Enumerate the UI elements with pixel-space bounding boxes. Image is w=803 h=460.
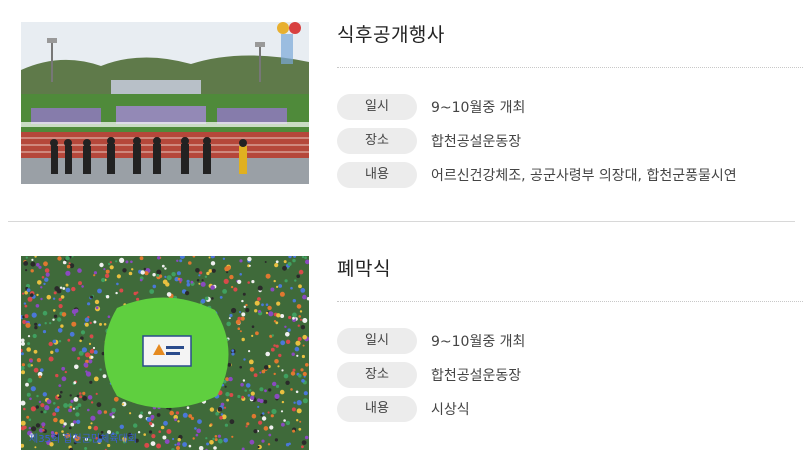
date-value: 9~10월중 개최 xyxy=(431,334,526,350)
venue-label-badge: 장소 xyxy=(337,362,417,388)
title-divider xyxy=(337,301,803,302)
date-label-badge: 일시 xyxy=(337,94,417,120)
stadium-photo xyxy=(21,22,309,184)
detail-row-content: 내용 어르신건강체조, 공군사령부 의장대, 합천군풍물시연 xyxy=(337,158,803,192)
photo-caption: 제35회 합천군민체육대회 xyxy=(29,433,137,445)
detail-row-content: 내용 시상식 xyxy=(337,392,803,426)
event-info: 폐막식 일시 9~10월중 개최 장소 합천공설운동장 내용 시상식 xyxy=(337,254,803,426)
event-item: 제35회 합천군민체육대회 폐막식 일시 9~10월중 개최 장소 합천공설운동… xyxy=(0,222,803,460)
event-item: 식후공개행사 일시 9~10월중 개최 장소 합천공설운동장 내용 어르신건강체… xyxy=(0,0,803,222)
detail-row-venue: 장소 합천공설운동장 xyxy=(337,358,803,392)
date-label-badge: 일시 xyxy=(337,328,417,354)
date-value: 9~10월중 개최 xyxy=(431,100,526,116)
aerial-crowd-photo: 제35회 합천군민체육대회 xyxy=(21,256,309,450)
event-info: 식후공개행사 일시 9~10월중 개최 장소 합천공설운동장 내용 어르신건강체… xyxy=(337,20,803,192)
content-label-badge: 내용 xyxy=(337,162,417,188)
detail-row-date: 일시 9~10월중 개최 xyxy=(337,90,803,124)
detail-list: 일시 9~10월중 개최 장소 합천공설운동장 내용 어르신건강체조, 공군사령… xyxy=(337,90,803,192)
content-value: 시상식 xyxy=(431,402,470,418)
event-title: 폐막식 xyxy=(337,258,391,280)
venue-label-badge: 장소 xyxy=(337,128,417,154)
venue-value: 합천공설운동장 xyxy=(431,134,522,150)
detail-row-date: 일시 9~10월중 개최 xyxy=(337,324,803,358)
event-title: 식후공개행사 xyxy=(337,24,445,46)
content-label-badge: 내용 xyxy=(337,396,417,422)
content-value: 어르신건강체조, 공군사령부 의장대, 합천군풍물시연 xyxy=(431,168,737,184)
detail-list: 일시 9~10월중 개최 장소 합천공설운동장 내용 시상식 xyxy=(337,324,803,426)
venue-value: 합천공설운동장 xyxy=(431,368,522,384)
title-divider xyxy=(337,67,803,68)
detail-row-venue: 장소 합천공설운동장 xyxy=(337,124,803,158)
